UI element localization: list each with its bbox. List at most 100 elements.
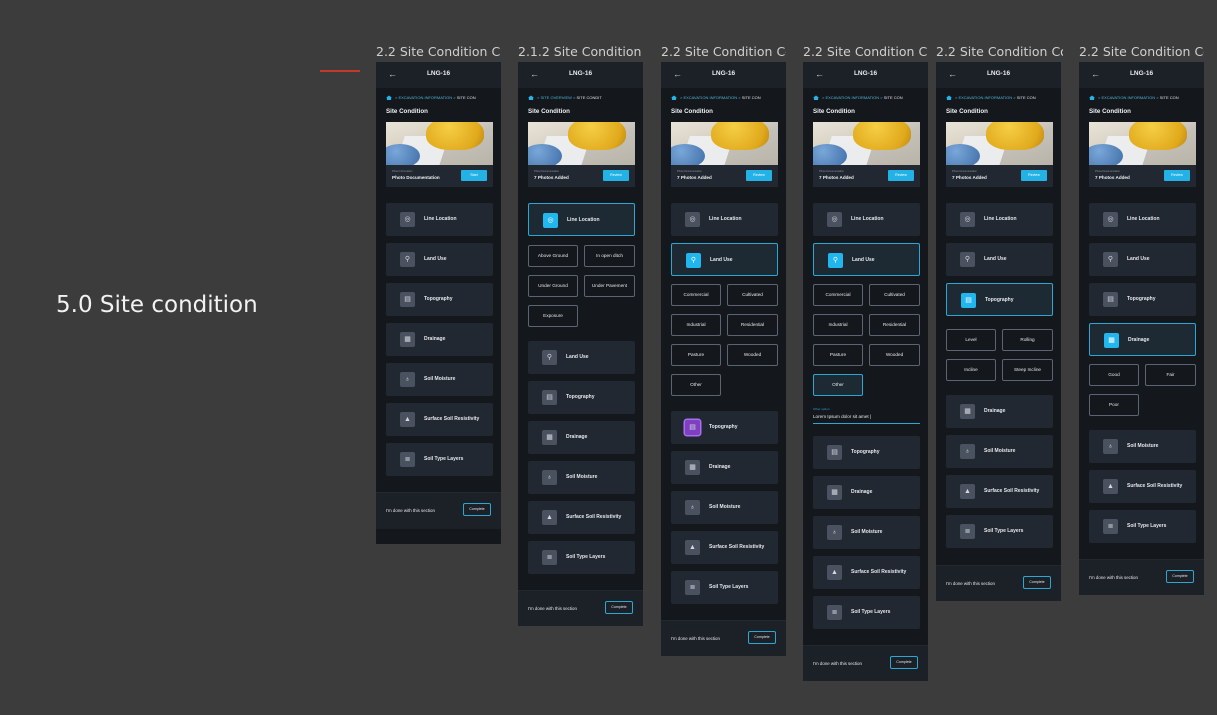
review-button[interactable]: Review xyxy=(1021,170,1047,181)
breadcrumb-link[interactable]: SITE OVERVIEW xyxy=(540,95,572,100)
card-soil-type-layers[interactable]: ≣ Soil Type Layers xyxy=(528,541,635,574)
breadcrumb-link[interactable]: EXCAVATION INFORMATION xyxy=(1101,95,1155,100)
card-topography[interactable]: ▤ Topography xyxy=(946,283,1053,316)
option-good[interactable]: Good xyxy=(1089,364,1139,386)
option-residential[interactable]: Residential xyxy=(869,314,920,336)
card-land-use[interactable]: ⚲ Land Use xyxy=(946,243,1053,276)
card-topography[interactable]: ▤ Topography xyxy=(528,381,635,414)
card-land-use[interactable]: ⚲ Land Use xyxy=(671,243,778,276)
card-land-use[interactable]: ⚲ Land Use xyxy=(1089,243,1196,276)
card-drainage[interactable]: ▦ Drainage xyxy=(386,323,493,356)
card-surface-resistivity[interactable]: ▲ Surface Soil Resistivity xyxy=(528,501,635,534)
card-surface-resistivity[interactable]: ▲ Surface Soil Resistivity xyxy=(946,475,1053,508)
card-drainage[interactable]: ▦ Drainage xyxy=(528,421,635,454)
option-pasture[interactable]: Pasture xyxy=(671,344,721,366)
home-icon[interactable] xyxy=(946,95,952,101)
option-commercial[interactable]: Commercial xyxy=(813,284,863,306)
complete-button[interactable]: Complete xyxy=(463,503,491,516)
card-soil-moisture[interactable]: ♁ Soil Moisture xyxy=(386,363,493,396)
home-icon[interactable] xyxy=(1089,95,1095,101)
card-label: Land Use xyxy=(1127,256,1150,262)
home-icon[interactable] xyxy=(386,95,392,101)
card-line-location[interactable]: ◎ Line Location xyxy=(528,203,635,236)
card-soil-moisture[interactable]: ♁ Soil Moisture xyxy=(946,435,1053,468)
card-soil-moisture[interactable]: ♁ Soil Moisture xyxy=(813,516,920,549)
card-soil-type-layers[interactable]: ≣ Soil Type Layers xyxy=(671,571,778,604)
card-land-use[interactable]: ⚲ Land Use xyxy=(528,341,635,374)
card-surface-resistivity[interactable]: ▲ Surface Soil Resistivity xyxy=(671,531,778,564)
card-soil-moisture[interactable]: ♁ Soil Moisture xyxy=(671,491,778,524)
card-topography[interactable]: ▤ Topography xyxy=(386,283,493,316)
card-soil-type-layers[interactable]: ≣ Soil Type Layers xyxy=(386,443,493,476)
card-land-use[interactable]: ⚲ Land Use xyxy=(386,243,493,276)
breadcrumb-link[interactable]: EXCAVATION INFORMATION xyxy=(825,95,879,100)
card-land-use[interactable]: ⚲ Land Use xyxy=(813,243,920,276)
complete-button[interactable]: Complete xyxy=(890,656,918,669)
option-industrial[interactable]: Industrial xyxy=(671,314,721,336)
complete-button[interactable]: Complete xyxy=(1166,570,1194,583)
card-drainage[interactable]: ▦ Drainage xyxy=(813,476,920,509)
option-fair[interactable]: Fair xyxy=(1145,364,1196,386)
complete-button[interactable]: Complete xyxy=(748,631,776,644)
option-above-ground[interactable]: Above Ground xyxy=(528,245,578,267)
card-soil-type-layers[interactable]: ≣ Soil Type Layers xyxy=(1089,510,1196,543)
card-topography[interactable]: ▤ Topography xyxy=(813,436,920,469)
review-button[interactable]: Review xyxy=(1164,170,1190,181)
breadcrumb-link[interactable]: EXCAVATION INFORMATION xyxy=(683,95,737,100)
complete-button[interactable]: Complete xyxy=(1023,576,1051,589)
review-button[interactable]: Review xyxy=(603,170,629,181)
card-surface-resistivity[interactable]: ▲ Surface Soil Resistivity xyxy=(1089,470,1196,503)
option-steep-incline[interactable]: Steep Incline xyxy=(1002,359,1053,381)
review-button[interactable]: Review xyxy=(888,170,914,181)
complete-button[interactable]: Complete xyxy=(605,601,633,614)
option-poor[interactable]: Poor xyxy=(1089,394,1139,416)
option-commercial[interactable]: Commercial xyxy=(671,284,721,306)
card-line-location[interactable]: ◎ Line Location xyxy=(813,203,920,236)
card-soil-type-layers[interactable]: ≣ Soil Type Layers xyxy=(946,515,1053,548)
card-soil-moisture[interactable]: ♁ Soil Moisture xyxy=(1089,430,1196,463)
option-industrial[interactable]: Industrial xyxy=(813,314,863,336)
option-rolling[interactable]: Rolling xyxy=(1002,329,1053,351)
start-button[interactable]: Start xyxy=(461,170,487,181)
option-level[interactable]: Level xyxy=(946,329,996,351)
card-drainage[interactable]: ▦ Drainage xyxy=(946,395,1053,428)
resistivity-icon: ▲ xyxy=(542,510,557,525)
card-line-location[interactable]: ◎ Line Location xyxy=(946,203,1053,236)
card-drainage[interactable]: ▦ Drainage xyxy=(1089,323,1196,356)
option-incline[interactable]: Incline xyxy=(946,359,996,381)
breadcrumb-link[interactable]: EXCAVATION INFORMATION xyxy=(398,95,452,100)
card-drainage[interactable]: ▦ Drainage xyxy=(671,451,778,484)
option-wooded[interactable]: Wooded xyxy=(869,344,920,366)
footer-bar: I'm done with this section Complete xyxy=(1079,559,1204,595)
option-cultivated[interactable]: Cultivated xyxy=(727,284,778,306)
home-icon[interactable] xyxy=(813,95,819,101)
card-topography[interactable]: ▤ Topography xyxy=(671,411,778,444)
option-pasture[interactable]: Pasture xyxy=(813,344,863,366)
app-header: ← LNG-16 xyxy=(803,62,928,88)
card-soil-moisture[interactable]: ♁ Soil Moisture xyxy=(528,461,635,494)
option-residential[interactable]: Residential xyxy=(727,314,778,336)
home-icon[interactable] xyxy=(528,95,534,101)
review-button[interactable]: Review xyxy=(746,170,772,181)
option-in-open-ditch[interactable]: In open ditch xyxy=(584,245,635,267)
card-line-location[interactable]: ◎ Line Location xyxy=(386,203,493,236)
option-under-pavement[interactable]: Under Pavement xyxy=(584,275,635,297)
home-icon[interactable] xyxy=(671,95,677,101)
card-surface-resistivity[interactable]: ▲ Surface Soil Resistivity xyxy=(813,556,920,589)
grid-icon: ▦ xyxy=(1104,333,1119,348)
card-line-location[interactable]: ◎ Line Location xyxy=(1089,203,1196,236)
option-wooded[interactable]: Wooded xyxy=(727,344,778,366)
option-cultivated[interactable]: Cultivated xyxy=(869,284,920,306)
breadcrumb-link[interactable]: EXCAVATION INFORMATION xyxy=(958,95,1012,100)
other-text-input[interactable]: Lorem Ipsum dolor sit amet | xyxy=(813,414,920,424)
card-topography[interactable]: ▤ Topography xyxy=(1089,283,1196,316)
line-location-icon: ◎ xyxy=(827,212,842,227)
option-exposure[interactable]: Exposure xyxy=(528,305,578,327)
card-surface-resistivity[interactable]: ▲ Surface Soil Resistivity xyxy=(386,403,493,436)
option-other[interactable]: Other xyxy=(671,374,721,396)
app-header: ← LNG-16 xyxy=(1079,62,1204,88)
option-other[interactable]: Other xyxy=(813,374,863,396)
option-under-ground[interactable]: Under Ground xyxy=(528,275,578,297)
card-soil-type-layers[interactable]: ≣ Soil Type Layers xyxy=(813,596,920,629)
card-line-location[interactable]: ◎ Line Location xyxy=(671,203,778,236)
